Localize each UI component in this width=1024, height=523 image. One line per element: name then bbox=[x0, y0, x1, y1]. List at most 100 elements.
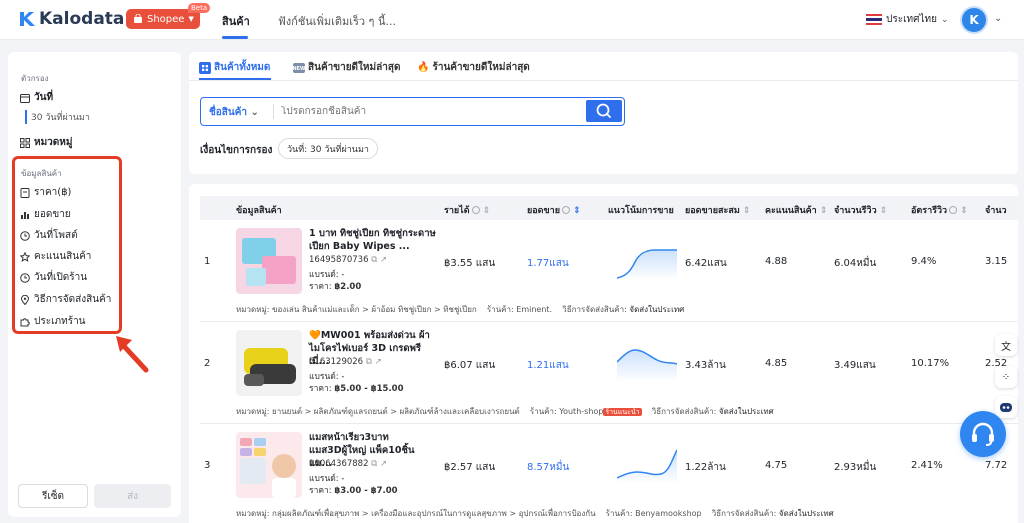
row-footer: หมวดหมู่: ยานยนต์ > ผลิตภัณฑ์ดูแลรถยนต์ … bbox=[236, 405, 774, 418]
row-rank: 2 bbox=[204, 358, 211, 369]
row-shipping-value: จัดส่งในประเทศ bbox=[718, 407, 774, 416]
tab-new-top-shops[interactable]: 🔥 ร้านค้าขายดีใหม่ล่าสุด bbox=[417, 60, 530, 75]
product-thumbnail[interactable] bbox=[236, 330, 302, 396]
grid-icon bbox=[199, 61, 211, 74]
row-footer: หมวดหมู่: ของเล่น สินค้าแม่และเด็ก > ผ้า… bbox=[236, 303, 684, 316]
table-row[interactable]: 2 🧡MW001 พร้อมส่งด่วน ผ้าไมโครไฟเบอร์ 3D… bbox=[200, 322, 1018, 424]
search-field-selector[interactable]: ชื่อสินค้า ⌄ bbox=[209, 105, 259, 120]
external-link-icon[interactable]: ↗ bbox=[380, 255, 387, 265]
col-rating[interactable]: คะแนนสินค้า ⇕ bbox=[765, 203, 827, 217]
sales-trend-sparkline[interactable] bbox=[617, 342, 677, 382]
sort-icon[interactable]: ⇕ bbox=[483, 206, 491, 216]
recommended-shop-badge: ร้านแนะนำ bbox=[603, 408, 642, 416]
product-thumbnail[interactable] bbox=[236, 432, 302, 498]
product-name[interactable]: 1 บาท ทิชชู่เปียก ทิชชู่กระดาษเปียก Baby… bbox=[309, 227, 439, 253]
submit-button[interactable]: ส่ง bbox=[94, 484, 171, 508]
translate-button[interactable]: 文 bbox=[995, 334, 1017, 356]
col-cumulative-sales[interactable]: ยอดขายสะสม ⇕ bbox=[685, 203, 750, 217]
table-row[interactable]: 1 1 บาท ทิชชู่เปียก ทิชชู่กระดาษเปียก Ba… bbox=[200, 220, 1018, 322]
col-sales-trend: แนวโน้มการขาย bbox=[608, 206, 674, 216]
calendar-icon bbox=[20, 93, 30, 103]
filter-date[interactable]: วันที่ bbox=[20, 90, 53, 105]
price-value: ฿5.00 - ฿15.00 bbox=[334, 384, 404, 394]
highlight-box bbox=[12, 156, 122, 334]
tab-new-bestsellers[interactable]: NEW สินค้าขายดีใหม่ล่าสุด bbox=[293, 60, 400, 75]
review-rate-value: 10.17% bbox=[911, 358, 950, 369]
sort-icon[interactable]: ⇕ bbox=[820, 206, 828, 216]
row-footer: หมวดหมู่: กลุ่มผลิตภัณฑ์เพื่อสุขภาพ > เค… bbox=[236, 507, 834, 520]
search-field-label: ชื่อสินค้า bbox=[209, 107, 248, 118]
price-value: ฿2.00 bbox=[334, 282, 362, 292]
row-shipping-label: วิธีการจัดส่งสินค้า: bbox=[651, 407, 717, 416]
help-icon[interactable] bbox=[949, 206, 958, 214]
help-icon[interactable] bbox=[471, 206, 480, 214]
search-button[interactable] bbox=[586, 100, 622, 122]
filter-date-label: วันที่ bbox=[34, 92, 54, 103]
beta-badge: Beta bbox=[188, 3, 211, 13]
filter-category-label: หมวดหมู่ bbox=[34, 137, 73, 148]
row-shipping-label: วิธีการจัดส่งสินค้า: bbox=[562, 305, 627, 314]
rating-value: 4.85 bbox=[765, 358, 788, 369]
headset-icon bbox=[972, 422, 994, 446]
nav-products[interactable]: สินค้า bbox=[222, 12, 250, 30]
sales-value: 8.57หมื่น bbox=[527, 462, 570, 473]
chevron-down-icon: ⌄ bbox=[940, 14, 949, 25]
col-revenue[interactable]: รายได้ ⇕ bbox=[444, 203, 490, 217]
apps-button[interactable]: ⁘ bbox=[995, 366, 1017, 388]
translate-icon: 文 bbox=[1001, 341, 1011, 353]
row-shop[interactable]: ร้านค้า: Benyamookshop bbox=[606, 509, 702, 518]
sales-trend-sparkline[interactable] bbox=[617, 444, 677, 484]
product-id-value: 16495870736 bbox=[309, 255, 369, 265]
filter-chip-date[interactable]: วันที่: 30 วันที่ผ่านมา bbox=[278, 138, 378, 159]
price-label: ราคา: bbox=[309, 384, 332, 394]
extra-value: 3.15 bbox=[985, 256, 1008, 267]
row-shop[interactable]: ร้านค้า: Youth-shop bbox=[530, 407, 603, 416]
search-icon bbox=[596, 103, 611, 118]
product-id-value: 5163129026 bbox=[309, 357, 364, 367]
col-sales[interactable]: ยอดขาย ⇕ bbox=[527, 203, 581, 217]
filter-date-value[interactable]: 30 วันที่ผ่านมา bbox=[25, 110, 90, 124]
copy-icon[interactable]: ⧉ bbox=[371, 255, 377, 265]
grid-icon bbox=[20, 137, 30, 148]
help-icon[interactable] bbox=[562, 206, 571, 214]
table-header: ข้อมูลสินค้า รายได้ ⇕ ยอดขาย ⇕ แนวโน้มกา… bbox=[200, 196, 1018, 220]
product-price: ราคา: ฿2.00 bbox=[309, 279, 361, 293]
sales-value: 1.21แสน bbox=[527, 360, 569, 371]
tab-all-products[interactable]: สินค้าทั้งหมด bbox=[199, 60, 270, 75]
sort-icon[interactable]: ⇕ bbox=[960, 206, 968, 216]
col-review-rate[interactable]: อัตรารีวิว ⇕ bbox=[911, 203, 968, 217]
avatar[interactable]: K bbox=[960, 6, 988, 34]
sort-icon[interactable]: ⇕ bbox=[743, 206, 751, 216]
col-review-count[interactable]: จำนวนรีวิว ⇕ bbox=[834, 203, 887, 217]
reset-button[interactable]: รีเซ็ต bbox=[18, 484, 88, 508]
copy-icon[interactable]: ⧉ bbox=[366, 357, 372, 367]
row-shop[interactable]: ร้านค้า: Eminent. bbox=[487, 305, 552, 314]
support-button[interactable] bbox=[960, 411, 1006, 457]
tab-all-products-label: สินค้าทั้งหมด bbox=[214, 62, 271, 73]
chevron-down-icon[interactable]: ⌄ bbox=[994, 13, 1002, 24]
feature-search[interactable]: ฟังก์ชันเพิ่มเติมเร็ว ๆ นี้... bbox=[278, 12, 396, 30]
col-rating-label: คะแนนสินค้า bbox=[765, 206, 817, 216]
sort-icon[interactable]: ⇕ bbox=[880, 206, 888, 216]
search-panel: สินค้าทั้งหมด NEW สินค้าขายดีใหม่ล่าสุด … bbox=[189, 52, 1018, 174]
external-link-icon[interactable]: ↗ bbox=[375, 357, 382, 367]
sales-trend-sparkline[interactable] bbox=[617, 240, 677, 280]
filter-category[interactable]: หมวดหมู่ bbox=[20, 135, 72, 150]
external-link-icon[interactable]: ↗ bbox=[380, 459, 387, 469]
brand-name: Kalodata bbox=[39, 9, 125, 29]
row-rank: 1 bbox=[204, 256, 211, 267]
shop-bag-icon bbox=[134, 14, 142, 23]
thailand-flag-icon bbox=[866, 14, 882, 25]
product-id: 16495870736 ⧉ ↗ bbox=[309, 255, 387, 265]
country-selector[interactable]: ประเทศไทย ⌄ bbox=[866, 12, 948, 27]
col-review-count-label: จำนวนรีวิว bbox=[834, 206, 877, 216]
table-row[interactable]: 3 แมสหน้าเรียว3บาท แมส3Dผู้ใหญ่ แพ็ค10ชิ… bbox=[200, 424, 1018, 523]
logo[interactable]: Kalodata bbox=[18, 9, 124, 29]
search-input[interactable] bbox=[281, 106, 581, 117]
sort-desc-icon[interactable]: ⇕ bbox=[573, 206, 581, 216]
row-category: หมวดหมู่: กลุ่มผลิตภัณฑ์เพื่อสุขภาพ > เค… bbox=[236, 509, 596, 518]
col-more: จำนว bbox=[985, 206, 1007, 216]
product-thumbnail[interactable] bbox=[236, 228, 302, 294]
copy-icon[interactable]: ⧉ bbox=[371, 459, 377, 469]
fire-icon: 🔥 bbox=[417, 62, 430, 73]
